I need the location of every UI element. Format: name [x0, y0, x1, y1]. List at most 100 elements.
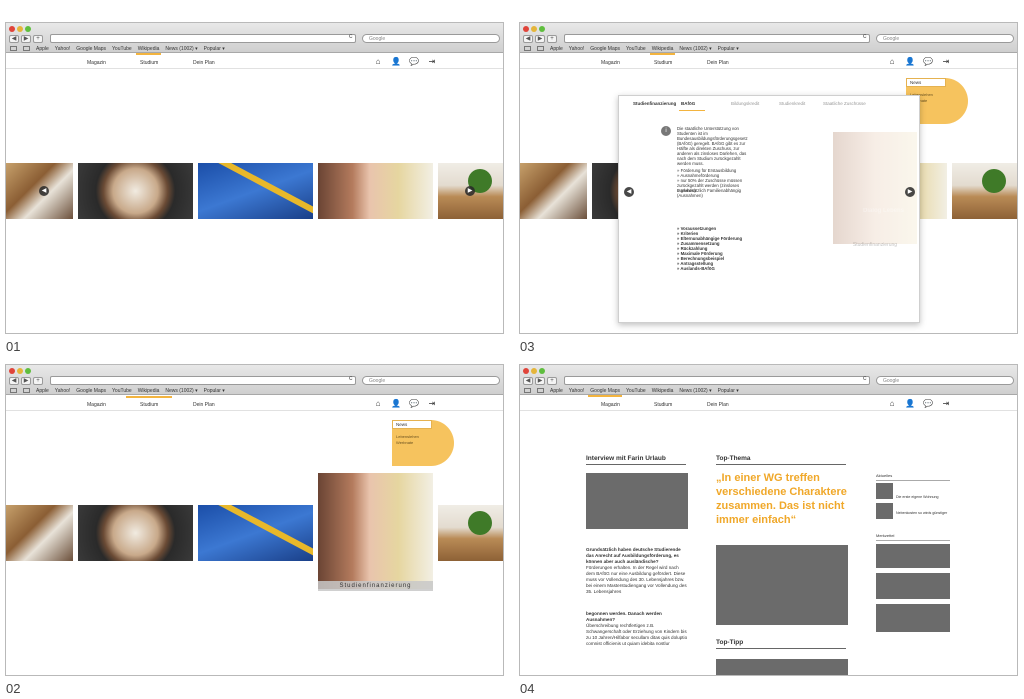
- add-tab-button[interactable]: +: [33, 377, 43, 385]
- zoom-window-icon[interactable]: [25, 26, 31, 32]
- news-item[interactable]: Lebenslehen: [396, 434, 419, 439]
- minimize-window-icon[interactable]: [17, 26, 23, 32]
- address-bar[interactable]: [50, 376, 356, 385]
- user-icon[interactable]: 👤: [391, 57, 401, 66]
- chat-icon[interactable]: 💬: [409, 399, 419, 408]
- search-input[interactable]: Google: [362, 376, 500, 385]
- slide-image-students[interactable]: [318, 163, 433, 219]
- bookmark-yahoo[interactable]: Yahoo!: [55, 388, 70, 394]
- back-button[interactable]: ◀: [523, 377, 533, 385]
- back-button[interactable]: ◀: [523, 35, 533, 43]
- aktuelles-thumb[interactable]: [876, 503, 893, 519]
- add-tab-button[interactable]: +: [547, 35, 557, 43]
- nav-studium[interactable]: Studium: [140, 402, 158, 408]
- bookmark-apple[interactable]: Apple: [36, 388, 49, 394]
- bookmark-google-maps[interactable]: Google Maps: [588, 388, 622, 397]
- bookmark-youtube[interactable]: YouTube: [626, 46, 646, 52]
- overlay-link[interactable]: » Auslands-BAföG: [677, 266, 715, 271]
- minimize-window-icon[interactable]: [531, 368, 537, 374]
- reload-icon[interactable]: c: [349, 375, 353, 382]
- top-thema-heading[interactable]: Top-Thema: [716, 455, 846, 465]
- top-thema-quote[interactable]: „In einer WG treffen verschiedene Charak…: [716, 471, 848, 527]
- close-window-icon[interactable]: [523, 26, 529, 32]
- bookmark-apple[interactable]: Apple: [550, 46, 563, 52]
- merkzettel-item[interactable]: [876, 544, 950, 568]
- forward-button[interactable]: ▶: [535, 377, 545, 385]
- close-window-icon[interactable]: [9, 26, 15, 32]
- forward-button[interactable]: ▶: [535, 35, 545, 43]
- minimize-window-icon[interactable]: [531, 26, 537, 32]
- slide-image-desk[interactable]: [6, 505, 73, 561]
- add-tab-button[interactable]: +: [33, 35, 43, 43]
- top-sites-icon[interactable]: [23, 388, 30, 393]
- zoom-window-icon[interactable]: [25, 368, 31, 374]
- forward-button[interactable]: ▶: [21, 377, 31, 385]
- logout-icon[interactable]: ⇥: [427, 57, 437, 66]
- bookmark-popular[interactable]: Popular ▾: [718, 388, 739, 394]
- bookmark-wikipedia[interactable]: Wikipedia: [652, 388, 674, 394]
- search-input[interactable]: Google: [362, 34, 500, 43]
- bookmark-popular[interactable]: Popular ▾: [204, 388, 225, 394]
- slide-image-students-enlarged[interactable]: [318, 473, 433, 589]
- nav-studium[interactable]: Studium: [654, 402, 672, 408]
- nav-dein-plan[interactable]: Dein Plan: [707, 402, 729, 408]
- logout-icon[interactable]: ⇥: [941, 57, 951, 66]
- slide-image-crane[interactable]: [198, 505, 313, 561]
- nav-magazin[interactable]: Magazin: [87, 60, 106, 66]
- reading-list-icon[interactable]: [10, 46, 17, 51]
- home-icon[interactable]: ⌂: [373, 399, 383, 408]
- tab-staatliche-zuschuesse[interactable]: Staatliche Zuschüsse: [823, 101, 866, 106]
- reload-icon[interactable]: c: [349, 33, 353, 40]
- slider-prev-button[interactable]: ◀: [39, 186, 49, 196]
- forward-button[interactable]: ▶: [21, 35, 31, 43]
- bookmark-google-maps[interactable]: Google Maps: [76, 46, 106, 52]
- bookmark-yahoo[interactable]: Yahoo!: [569, 388, 584, 394]
- tab-bafoeg[interactable]: BAföG: [681, 101, 695, 106]
- user-icon[interactable]: 👤: [391, 399, 401, 408]
- news-bubble[interactable]: News Lebenslehen Werbnate: [392, 420, 454, 466]
- home-icon[interactable]: ⌂: [373, 57, 383, 66]
- nav-dein-plan[interactable]: Dein Plan: [707, 60, 729, 66]
- bookmark-news[interactable]: News (1002) ▾: [679, 388, 711, 394]
- bookmark-news[interactable]: News (1002) ▾: [165, 388, 197, 394]
- bookmark-news[interactable]: News (1002) ▾: [165, 46, 197, 52]
- search-input[interactable]: Google: [876, 376, 1014, 385]
- address-bar[interactable]: [564, 34, 870, 43]
- bookmark-wikipedia[interactable]: Wikipedia: [138, 388, 160, 394]
- tab-studienfinanzierung[interactable]: Studienfinanzierung: [633, 101, 676, 106]
- nav-magazin[interactable]: Magazin: [87, 402, 106, 408]
- add-tab-button[interactable]: +: [547, 377, 557, 385]
- reload-icon[interactable]: c: [863, 33, 867, 40]
- back-button[interactable]: ◀: [9, 35, 19, 43]
- bookmark-yahoo[interactable]: Yahoo!: [55, 46, 70, 52]
- zoom-window-icon[interactable]: [539, 368, 545, 374]
- bookmark-yahoo[interactable]: Yahoo!: [569, 46, 584, 52]
- logout-icon[interactable]: ⇥: [941, 399, 951, 408]
- slide-image-coffee[interactable]: [78, 505, 193, 561]
- reading-list-icon[interactable]: [524, 388, 531, 393]
- nav-dein-plan[interactable]: Dein Plan: [193, 60, 215, 66]
- top-sites-icon[interactable]: [23, 46, 30, 51]
- search-input[interactable]: Google: [876, 34, 1014, 43]
- top-tipp-image-placeholder[interactable]: [716, 659, 848, 675]
- interview-heading[interactable]: Interview mit Farin Urlaub: [586, 455, 686, 465]
- bookmark-google-maps[interactable]: Google Maps: [590, 46, 620, 52]
- news-item[interactable]: Werbnate: [396, 440, 413, 445]
- nav-magazin[interactable]: Magazin: [601, 60, 620, 66]
- reload-icon[interactable]: c: [863, 375, 867, 382]
- chat-icon[interactable]: 💬: [409, 57, 419, 66]
- home-icon[interactable]: ⌂: [887, 399, 897, 408]
- slide-image-boxes[interactable]: [438, 505, 503, 561]
- bookmark-apple[interactable]: Apple: [36, 46, 49, 52]
- logout-icon[interactable]: ⇥: [427, 399, 437, 408]
- nav-dein-plan[interactable]: Dein Plan: [193, 402, 215, 408]
- bookmark-apple[interactable]: Apple: [550, 388, 563, 394]
- bookmark-popular[interactable]: Popular ▾: [204, 46, 225, 52]
- tab-bildungskredit[interactable]: Bildungskredit: [731, 101, 759, 106]
- slide-image-boxes[interactable]: [952, 163, 1017, 219]
- bookmark-news[interactable]: News (1002) ▾: [679, 46, 711, 52]
- nav-studium[interactable]: Studium: [654, 60, 672, 66]
- slide-image-coffee[interactable]: [78, 163, 193, 219]
- chat-icon[interactable]: 💬: [923, 57, 933, 66]
- user-icon[interactable]: 👤: [905, 399, 915, 408]
